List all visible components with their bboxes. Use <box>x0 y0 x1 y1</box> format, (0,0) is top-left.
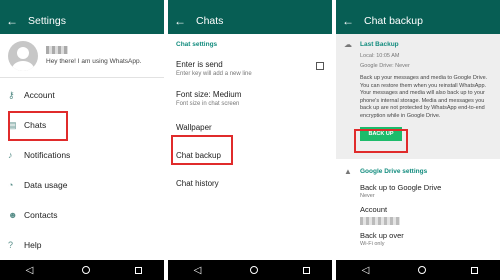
settings-item-label: Contacts <box>24 210 58 220</box>
settings-item-help[interactable]: ? Help <box>0 230 164 260</box>
nav-bar: ◁ <box>168 260 332 280</box>
nav-back-icon[interactable]: ◁ <box>359 265 373 276</box>
highlight-box <box>171 135 233 165</box>
settings-item-account[interactable]: ⚷ Account <box>0 80 164 110</box>
font-size-row[interactable]: Font size: Medium Font size in chat scre… <box>168 83 332 113</box>
status-bar <box>336 0 500 8</box>
app-bar: ← Settings <box>0 8 164 34</box>
chat-history-row[interactable]: Chat history <box>168 169 332 197</box>
settings-item-data-usage[interactable]: ◔ Data usage <box>0 170 164 200</box>
chats-screen: ← Chats Chat settings Enter is send Ente… <box>168 0 332 280</box>
profile-status: Hey there! I am using WhatsApp. <box>46 58 142 65</box>
status-bar <box>168 0 332 8</box>
nav-bar: ◁ <box>0 260 164 280</box>
screen-title: Chats <box>196 15 224 27</box>
app-bar: ← Chats <box>168 8 332 34</box>
section-header: Chat settings <box>176 41 218 48</box>
gdrive-settings-header: Google Drive settings <box>360 168 428 175</box>
enter-is-send-sub: Enter key will add a new line <box>176 70 252 77</box>
back-arrow-icon[interactable]: ← <box>174 14 196 28</box>
nav-home-icon[interactable] <box>81 266 90 274</box>
nav-recents-icon[interactable] <box>302 266 310 274</box>
nav-home-icon[interactable] <box>417 266 426 274</box>
enter-is-send-checkbox[interactable] <box>316 62 324 70</box>
cloud-upload-icon: ☁ <box>344 40 352 49</box>
nav-recents-icon[interactable] <box>134 266 142 274</box>
enter-is-send-row[interactable]: Enter is send Enter key will add a new l… <box>168 53 332 83</box>
highlight-box <box>8 111 68 141</box>
chat-history-label: Chat history <box>176 178 219 188</box>
screen-title: Chat backup <box>364 15 423 27</box>
settings-item-label: Data usage <box>24 180 68 190</box>
account-label: Account <box>360 205 388 214</box>
app-bar: ← Chat backup <box>336 8 500 34</box>
backup-description: Back up your messages and media to Googl… <box>360 75 488 119</box>
font-size-label: Font size: Medium <box>176 89 242 99</box>
back-arrow-icon[interactable]: ← <box>6 14 28 28</box>
chat-backup-screen: ← Chat backup ☁ Last Backup Local: 10:05… <box>336 0 500 280</box>
help-icon: ? <box>8 240 14 250</box>
settings-item-label: Notifications <box>24 150 71 160</box>
nav-home-icon[interactable] <box>249 266 258 274</box>
settings-item-notifications[interactable]: ♪ Notifications <box>0 140 164 170</box>
last-backup-header: Last Backup <box>360 41 399 48</box>
back-up-to-drive-row[interactable]: Back up to Google Drive Never <box>336 180 500 202</box>
highlight-box <box>354 129 408 153</box>
settings-item-label: Help <box>24 240 42 250</box>
profile-row[interactable]: Hey there! I am using WhatsApp. <box>0 34 164 78</box>
account-row[interactable]: Account <box>336 202 500 228</box>
data-usage-icon: ◔ <box>8 180 14 190</box>
local-backup-time: Local: 10:05 AM <box>360 53 400 59</box>
settings-screen: ← Settings Hey there! I am using WhatsAp… <box>0 0 164 280</box>
key-icon: ⚷ <box>8 89 15 100</box>
google-drive-icon: ▲ <box>344 167 352 176</box>
back-up-to-drive-value: Never <box>360 193 375 199</box>
contacts-icon: ☻ <box>8 210 18 220</box>
enter-is-send-label: Enter is send <box>176 59 223 69</box>
back-up-over-label: Back up over <box>360 231 404 240</box>
nav-back-icon[interactable]: ◁ <box>191 265 205 276</box>
avatar <box>8 40 38 71</box>
back-up-over-value: Wi-Fi only <box>360 241 385 247</box>
account-value-blurred <box>360 217 400 225</box>
back-up-to-drive-label: Back up to Google Drive <box>360 183 442 192</box>
settings-item-contacts[interactable]: ☻ Contacts <box>0 200 164 230</box>
wallpaper-label: Wallpaper <box>176 122 212 132</box>
screen-title: Settings <box>28 15 66 27</box>
back-up-over-row[interactable]: Back up over Wi-Fi only <box>336 228 500 250</box>
profile-name-blurred <box>46 46 68 54</box>
back-arrow-icon[interactable]: ← <box>342 14 364 28</box>
nav-recents-icon[interactable] <box>470 266 478 274</box>
settings-item-label: Account <box>24 90 55 100</box>
last-backup-panel: ☁ Last Backup Local: 10:05 AM Google Dri… <box>336 34 500 159</box>
gdrive-backup-time: Google Drive: Never <box>360 63 410 69</box>
bell-icon: ♪ <box>8 150 13 160</box>
nav-bar: ◁ <box>336 260 500 280</box>
status-bar <box>0 0 164 8</box>
nav-back-icon[interactable]: ◁ <box>23 265 37 276</box>
font-size-sub: Font size in chat screen <box>176 100 240 107</box>
